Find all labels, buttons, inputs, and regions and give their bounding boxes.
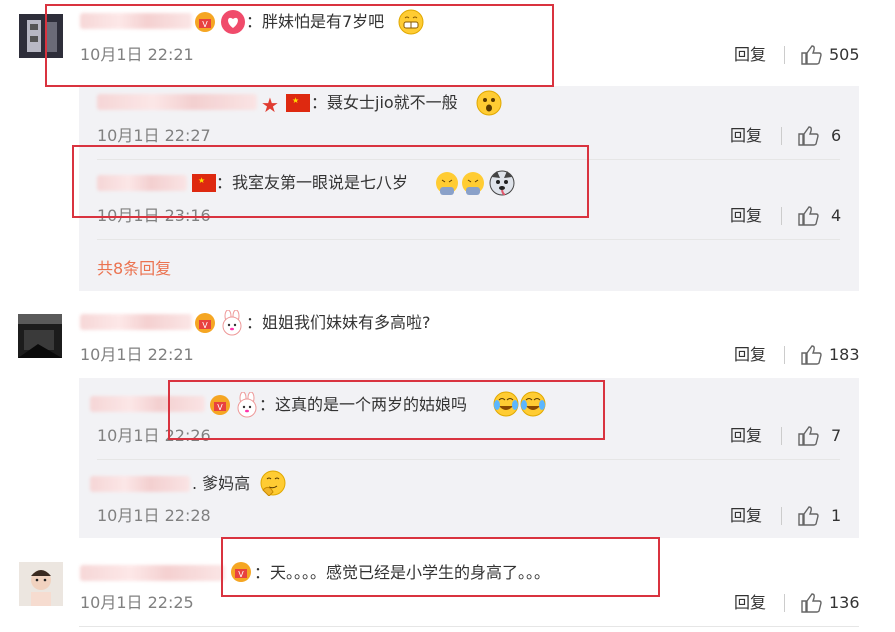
highlight-box [168, 380, 605, 440]
flag-icon: ★ [286, 94, 310, 116]
like-count: 183 [829, 345, 860, 364]
username-blurred[interactable] [80, 314, 192, 330]
avatar[interactable] [18, 314, 62, 358]
reply-button[interactable]: 回复 [734, 45, 766, 65]
svg-text:V: V [202, 321, 208, 330]
reply-text: . 爹妈高 [192, 474, 251, 493]
divider [97, 239, 840, 240]
more-replies-link[interactable]: 共8条回复 [97, 255, 171, 279]
avatar[interactable] [19, 562, 63, 606]
divider [97, 459, 840, 460]
reply-button[interactable]: 回复 [734, 593, 766, 613]
username-blurred[interactable] [90, 476, 190, 492]
separator [784, 46, 785, 64]
separator [784, 594, 785, 612]
highlight-box [72, 145, 589, 218]
shock-emoji-icon [476, 90, 502, 120]
comment-text: ：姐姐我们妹妹有多高啦? [246, 313, 431, 332]
highlight-box [45, 4, 554, 87]
timestamp: 10月1日 22:21 [80, 345, 194, 364]
thinking-emoji-icon [260, 470, 286, 500]
like-count: 505 [829, 45, 860, 64]
reply-button[interactable]: 回复 [730, 506, 762, 526]
username-blurred[interactable] [97, 94, 257, 110]
thumbs-up-icon[interactable] [800, 44, 822, 66]
thumbs-up-icon[interactable] [797, 205, 819, 227]
reply-text: ：聂女士jio就不一般 [311, 93, 458, 112]
separator [781, 507, 782, 525]
separator [781, 127, 782, 145]
separator [784, 346, 785, 364]
divider [79, 626, 859, 627]
reply-button[interactable]: 回复 [730, 126, 762, 146]
username-blurred[interactable] [80, 565, 225, 581]
thumbs-up-icon[interactable] [797, 125, 819, 147]
like-count: 136 [829, 593, 860, 612]
separator [781, 427, 782, 445]
reply-button[interactable]: 回复 [734, 345, 766, 365]
reply-button[interactable]: 回复 [730, 206, 762, 226]
like-count: 1 [831, 506, 842, 525]
timestamp: 10月1日 22:28 [97, 506, 211, 525]
like-count: 6 [831, 126, 842, 145]
highlight-box [221, 537, 660, 597]
separator [781, 207, 782, 225]
reply-button[interactable]: 回复 [730, 426, 762, 446]
thumbs-up-icon[interactable] [797, 425, 819, 447]
timestamp: 10月1日 22:27 [97, 126, 211, 145]
vip-badge-icon: V [193, 311, 217, 339]
timestamp: 10月1日 22:25 [80, 593, 194, 612]
like-count: 7 [831, 426, 842, 445]
thumbs-up-icon[interactable] [797, 505, 819, 527]
star-icon: ★ [261, 93, 279, 117]
rabbit-icon [219, 309, 245, 340]
thumbs-up-icon[interactable] [800, 592, 822, 614]
like-count: 4 [831, 206, 842, 225]
svg-text:★: ★ [292, 96, 299, 105]
thumbs-up-icon[interactable] [800, 344, 822, 366]
